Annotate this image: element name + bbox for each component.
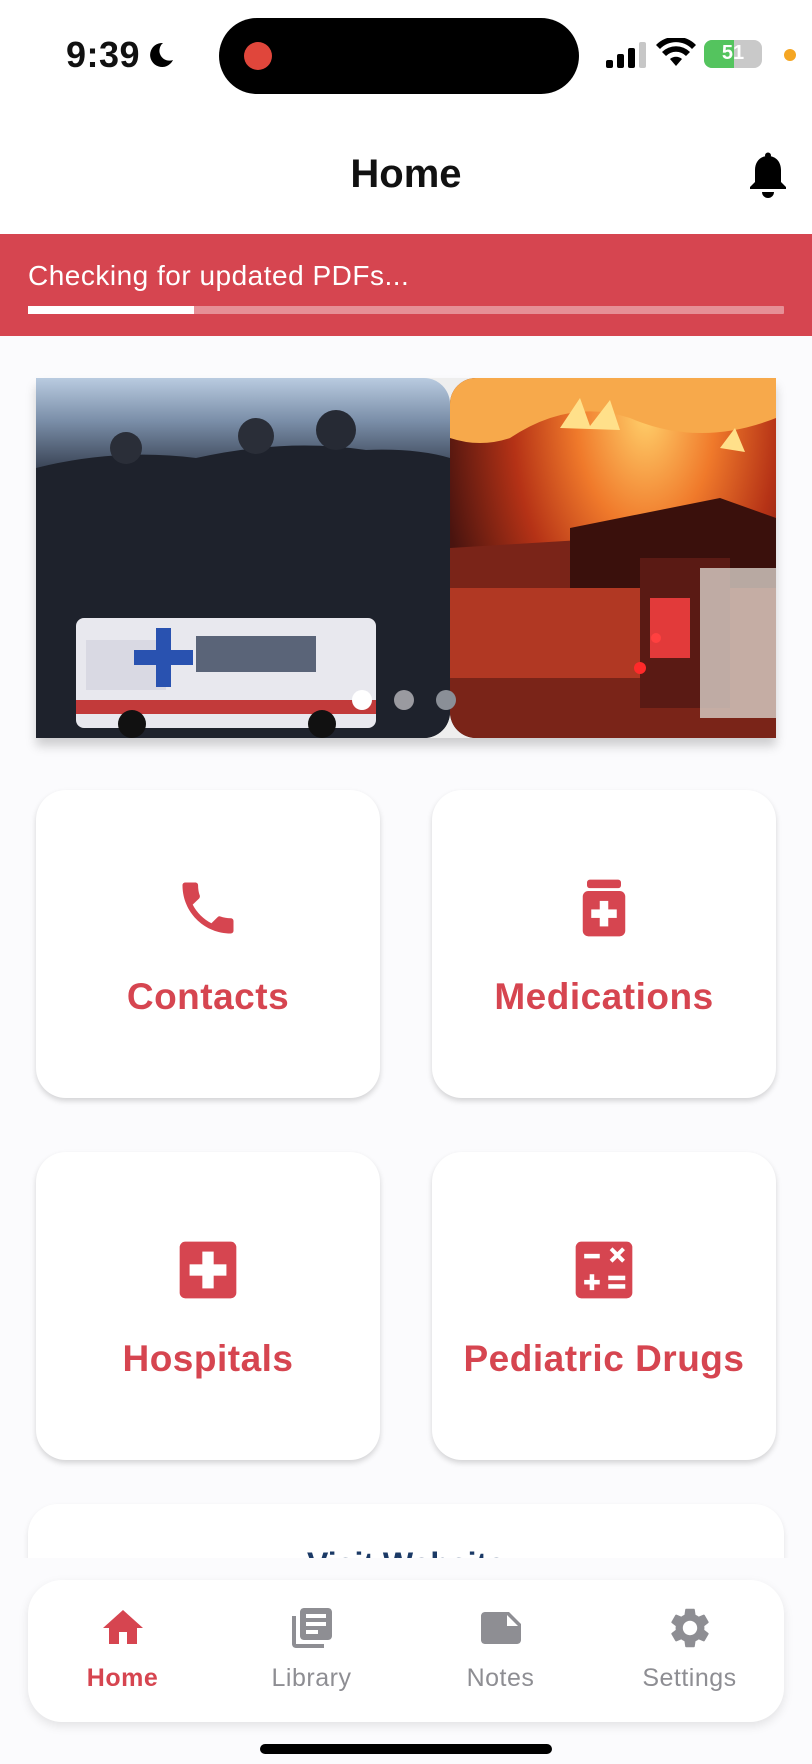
update-progress-bar [28,306,784,314]
contacts-tile[interactable]: Contacts [36,790,380,1098]
hospitals-tile[interactable]: Hospitals [36,1152,380,1460]
dynamic-island [219,18,579,94]
home-icon [102,1610,143,1644]
library-icon [291,1608,332,1648]
home-indicator [260,1744,552,1754]
cellular-signal-icon [606,42,646,68]
hospital-cross-icon [179,1241,237,1299]
phone-icon [182,882,234,934]
page-title: Home [350,152,462,196]
pediatric-drugs-tile[interactable]: Pediatric Drugs [432,1152,776,1460]
tile-label: Hospitals [122,1338,294,1379]
app-header: Home [0,110,812,234]
battery-indicator: 51 [704,40,762,68]
tile-label: Contacts [126,976,290,1017]
nav-item-home[interactable]: Home [28,1580,217,1722]
update-banner: Checking for updated PDFs... [0,234,812,336]
nav-label: Notes [466,1664,535,1692]
bottom-navigation: Home Library Notes Settings [28,1580,784,1722]
medication-bottle-icon [582,879,626,937]
pagination-dot[interactable] [436,690,456,710]
pagination-dot[interactable] [394,690,414,710]
nav-label: Library [271,1664,352,1692]
bell-icon[interactable] [746,152,790,198]
privacy-indicator [784,49,796,61]
wifi-icon [656,38,696,66]
image-carousel[interactable] [36,378,776,738]
carousel-pagination [352,690,462,712]
carousel-slide-fire[interactable] [450,378,776,738]
moon-icon [150,42,173,67]
recording-indicator [244,42,272,70]
gear-icon [670,1608,709,1648]
medications-tile[interactable]: Medications [432,790,776,1098]
carousel-slide-ambulance[interactable] [36,378,450,738]
nav-item-settings[interactable]: Settings [595,1580,784,1722]
calculator-icon [575,1241,633,1299]
status-bar: 9:39 51 [0,0,812,110]
nav-label: Settings [642,1664,737,1692]
nav-label: Home [86,1664,159,1692]
status-time: 9:39 [66,34,141,75]
nav-item-notes[interactable]: Notes [406,1580,595,1722]
ambulance-photo [36,410,450,738]
pagination-dot[interactable] [352,690,372,710]
tile-label: Pediatric Drugs [463,1338,745,1379]
progress-fill [28,306,195,314]
wildfire-photo [450,378,776,738]
banner-message: Checking for updated PDFs... [28,260,410,291]
note-icon [480,1612,521,1644]
tile-label: Medications [494,976,714,1017]
nav-item-library[interactable]: Library [217,1580,406,1722]
battery-level: 51 [721,42,745,64]
